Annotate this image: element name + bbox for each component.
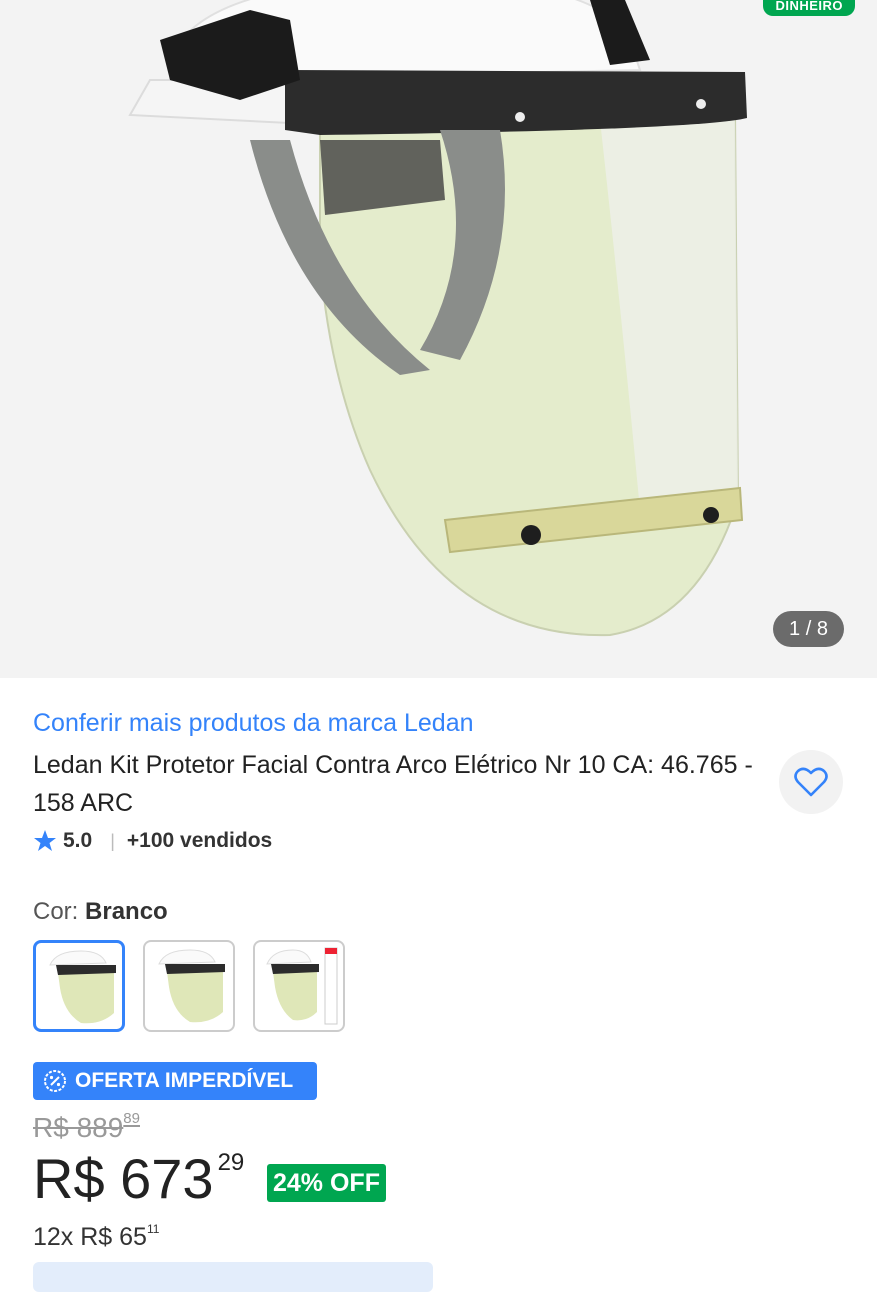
image-counter: 1 / 8: [773, 611, 844, 647]
price-cents: 29: [217, 1149, 245, 1176]
swatch-2[interactable]: [143, 940, 235, 1032]
current-price: R$ 673 29: [33, 1146, 244, 1211]
discount-badge: 24% OFF: [267, 1164, 386, 1202]
color-swatches: [33, 940, 345, 1032]
offer-label: OFERTA IMPERDÍVEL: [75, 1069, 294, 1092]
color-label-text: Cor:: [33, 898, 79, 925]
price-main: R$ 673: [33, 1147, 214, 1210]
swatch-3[interactable]: [253, 940, 345, 1032]
old-price-main: R$ 889: [33, 1112, 124, 1143]
face-shield-image: [128, 0, 747, 637]
color-label: Cor: Branco: [33, 898, 168, 926]
discount-seal-icon: [44, 1070, 66, 1092]
product-title: Ledan Kit Protetor Facial Contra Arco El…: [33, 751, 753, 817]
sold-count: +100 vendidos: [126, 829, 273, 852]
offer-badge: OFERTA IMPERDÍVEL: [33, 1062, 317, 1100]
heart-icon: [794, 767, 828, 797]
color-value: Branco: [85, 898, 168, 925]
favorite-button[interactable]: [779, 750, 843, 814]
promo-strip[interactable]: [33, 1262, 433, 1292]
divider: |: [110, 830, 115, 851]
product-gallery[interactable]: DINHEIRO 1 / 8: [0, 0, 877, 678]
brand-link[interactable]: Conferir mais produtos da marca Ledan: [33, 709, 474, 738]
installments: 12x R$ 6511: [33, 1222, 159, 1252]
installments-main: 12x R$ 65: [33, 1223, 147, 1251]
cash-badge: DINHEIRO: [763, 0, 855, 16]
swatch-1[interactable]: [33, 940, 125, 1032]
star-icon: [34, 830, 56, 851]
old-price-cents: 89: [123, 1110, 140, 1127]
installments-cents: 11: [146, 1222, 160, 1236]
old-price: R$ 88989: [33, 1110, 140, 1144]
rating-score: 5.0: [63, 829, 93, 852]
rating-row: 5.0 | +100 vendidos: [33, 826, 272, 856]
